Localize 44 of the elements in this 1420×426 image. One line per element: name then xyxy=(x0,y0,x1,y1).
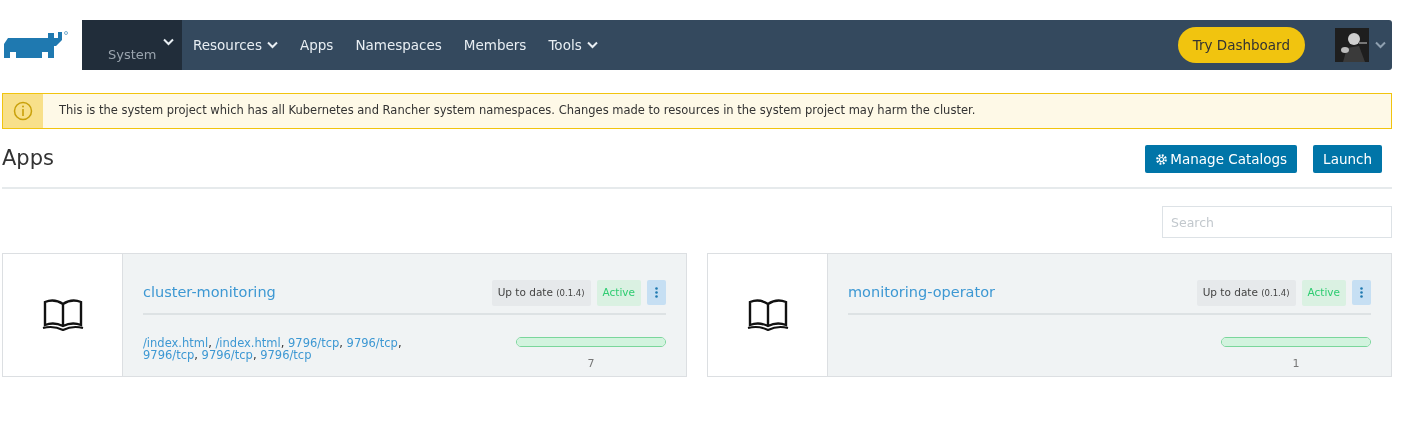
endpoint-link[interactable]: /index.html xyxy=(215,335,281,350)
version-status: Up to date (0.1.4) xyxy=(491,280,591,306)
logo-icon[interactable] xyxy=(2,30,70,60)
separator: , xyxy=(397,335,402,350)
separator: , xyxy=(252,347,257,362)
endpoint-link[interactable]: 9796/tcp xyxy=(201,347,253,362)
nav-item[interactable]: Apps xyxy=(288,34,345,56)
state-label: Active xyxy=(596,280,641,306)
version-status: Up to date (0.1.4) xyxy=(1196,280,1296,306)
state-label: Active xyxy=(1301,280,1346,306)
project-dropdown[interactable]: System xyxy=(82,20,182,70)
endpoint-link[interactable]: 9796/tcp xyxy=(260,347,312,362)
endpoint-link[interactable]: /index.html xyxy=(143,335,209,350)
endpoint-link[interactable]: 9796/tcp xyxy=(346,335,398,350)
book-icon xyxy=(746,298,789,332)
alert-text: This is the system project which has all Kubernetes and Rancher system namespaces. Changes made to resources in the system project may harm the cluster. xyxy=(59,102,976,120)
try-dashboard-button[interactable]: Try Dashboard xyxy=(1177,27,1305,63)
more-actions-button[interactable] xyxy=(647,280,666,306)
nav-item[interactable]: Members xyxy=(452,34,538,56)
separator: , xyxy=(339,335,343,350)
gear-icon xyxy=(1155,152,1169,166)
nav-item[interactable]: Namespaces xyxy=(344,34,453,56)
separator: , xyxy=(280,335,285,350)
chevron-down-icon xyxy=(266,41,278,49)
nav-item[interactable]: Tools xyxy=(537,34,609,56)
page-title: Apps xyxy=(2,146,54,172)
nav-item[interactable]: Resources xyxy=(182,34,289,56)
app-name-link[interactable]: cluster-monitoring xyxy=(143,282,276,304)
chevron-down-icon xyxy=(586,41,598,49)
separator: , xyxy=(208,335,212,350)
pod-count: 1 xyxy=(1291,355,1301,372)
app-name-link[interactable]: monitoring-operator xyxy=(848,282,996,304)
info-icon xyxy=(13,101,33,121)
book-icon xyxy=(41,298,84,332)
chevron-down-icon xyxy=(163,38,174,46)
separator: , xyxy=(194,347,198,362)
pod-count: 7 xyxy=(586,355,596,372)
vertical-dots-icon xyxy=(1360,287,1363,299)
more-actions-button[interactable] xyxy=(1352,280,1371,306)
vertical-dots-icon xyxy=(655,287,658,299)
chevron-down-icon xyxy=(1375,41,1386,49)
launch-button[interactable]: Launch xyxy=(1313,145,1382,173)
search-field[interactable]: Search xyxy=(1162,206,1392,238)
manage-catalogs-button[interactable]: Manage Catalogs xyxy=(1145,145,1298,173)
